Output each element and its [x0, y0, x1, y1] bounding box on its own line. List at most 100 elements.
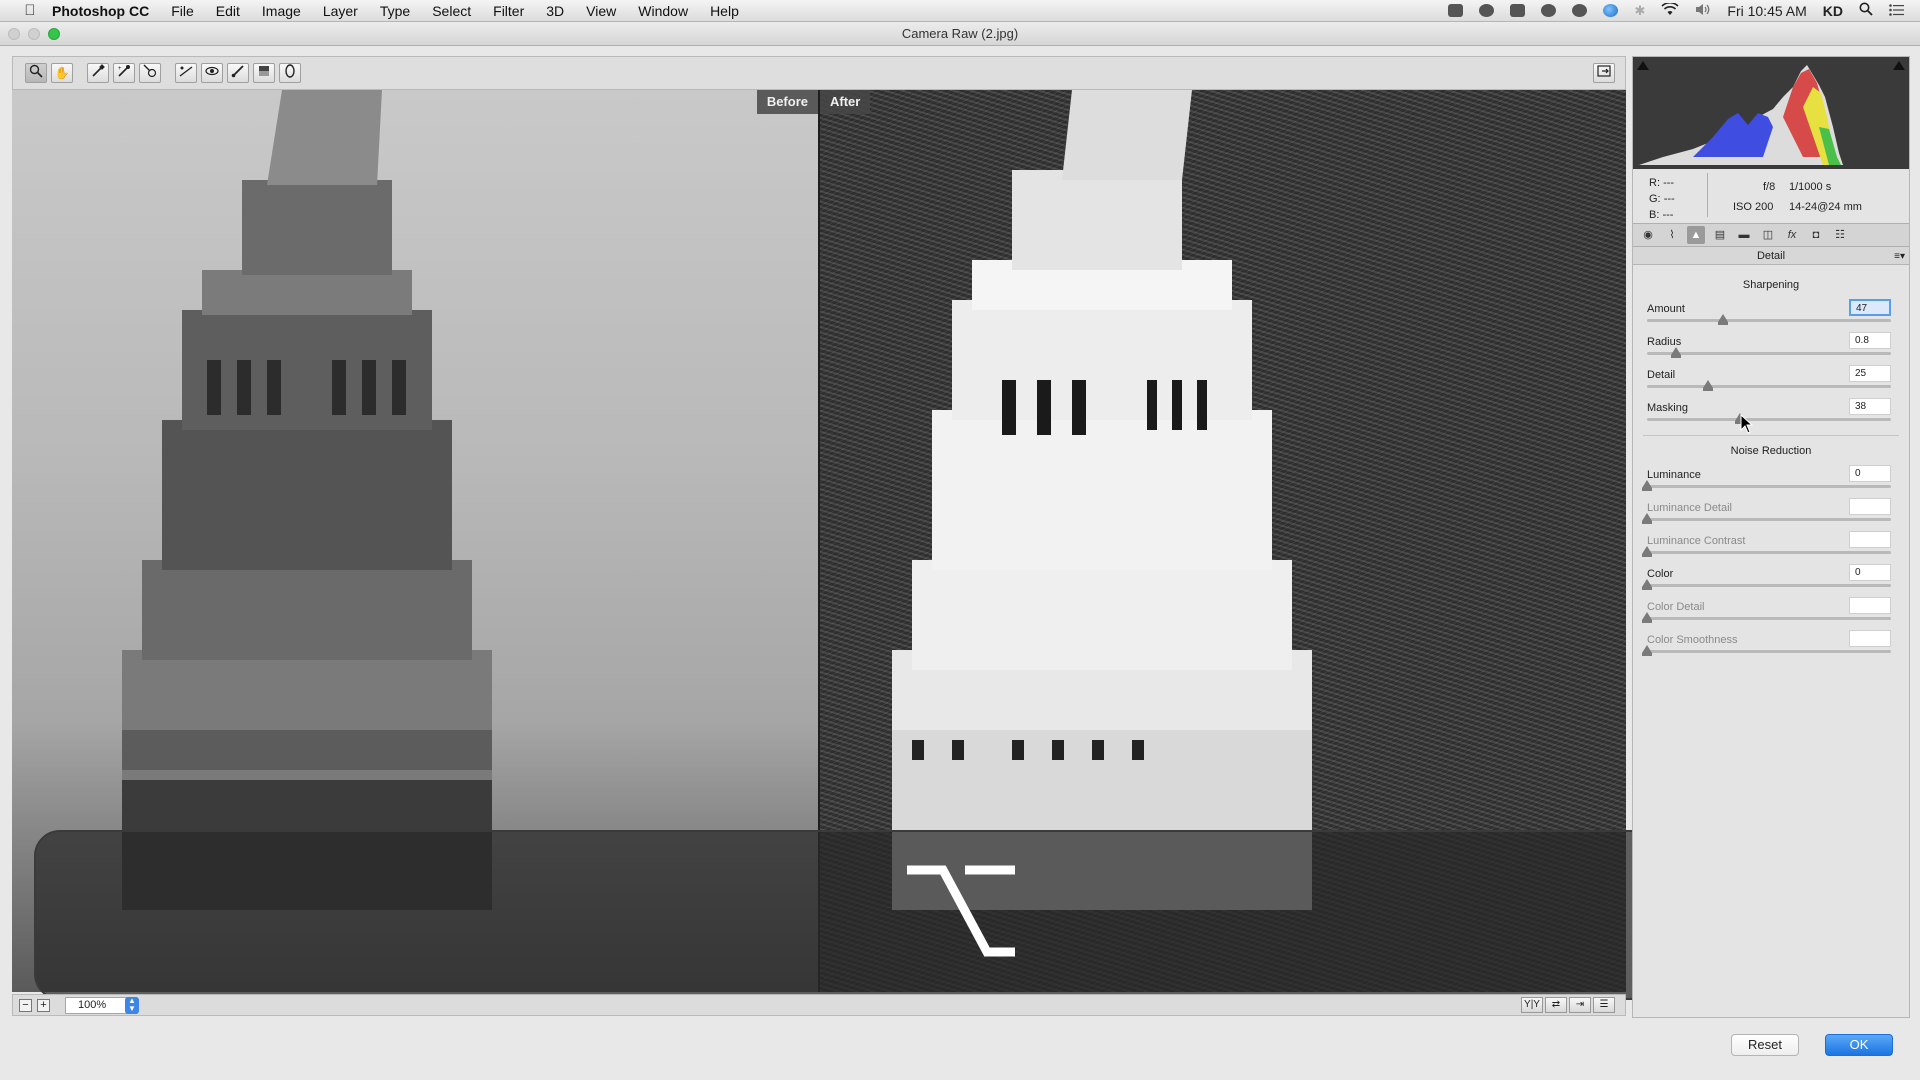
targeted-adjustment-tool-icon[interactable] — [139, 63, 161, 83]
slider-thumb[interactable] — [1642, 513, 1652, 524]
graduated-filter-tool-icon[interactable] — [253, 63, 275, 83]
slider-track[interactable] — [1647, 650, 1891, 653]
window-close-button[interactable] — [8, 28, 20, 40]
red-eye-removal-tool-icon[interactable] — [201, 63, 223, 83]
slider-thumb[interactable] — [1642, 645, 1652, 656]
wifi-icon[interactable] — [1661, 1, 1679, 19]
slider-thumb[interactable] — [1671, 347, 1682, 358]
slider-track[interactable] — [1647, 584, 1891, 587]
zoom-tool-icon[interactable] — [25, 63, 47, 83]
menu-type[interactable]: Type — [369, 3, 421, 19]
menu-3d[interactable]: 3D — [535, 3, 575, 19]
screen-capture-icon[interactable] — [1510, 4, 1526, 17]
slider-thumb[interactable] — [1642, 612, 1652, 623]
fullscreen-toggle-icon[interactable] — [1593, 63, 1615, 83]
r-value: --- — [1663, 177, 1675, 189]
slider-value-field[interactable] — [1849, 630, 1891, 647]
chrome-icon[interactable] — [1603, 4, 1619, 17]
tab-camera-calibration-icon[interactable]: ◘ — [1807, 226, 1825, 244]
adjustment-brush-tool-icon[interactable] — [227, 63, 249, 83]
apple-menu-icon[interactable]:  — [20, 2, 40, 19]
tab-basic-icon[interactable]: ◉ — [1639, 226, 1657, 244]
tab-lens-corrections-icon[interactable]: ◫ — [1759, 226, 1777, 244]
slider-track[interactable] — [1647, 385, 1891, 388]
zoom-out-button[interactable]: − — [19, 999, 32, 1012]
slider-track[interactable] — [1647, 418, 1891, 421]
sync-icon[interactable] — [1572, 4, 1588, 17]
tab-split-toning-icon[interactable]: ▬ — [1735, 226, 1753, 244]
app-menu[interactable]: Photoshop CC — [40, 3, 160, 19]
window-titlebar: Camera Raw (2.jpg) — [0, 22, 1920, 46]
sharpening-title: Sharpening — [1742, 279, 1800, 291]
slider-value-field[interactable]: 0 — [1849, 564, 1891, 581]
slider-label: Luminance — [1647, 469, 1701, 481]
slider-value-field[interactable]: 25 — [1849, 365, 1891, 382]
copy-settings-button[interactable]: ⇥ — [1569, 997, 1591, 1013]
slider-value-field[interactable] — [1849, 498, 1891, 515]
menu-view[interactable]: View — [575, 3, 627, 19]
window-minimize-button[interactable] — [28, 28, 40, 40]
slider-track[interactable] — [1647, 617, 1891, 620]
creative-cloud-icon[interactable] — [1479, 4, 1495, 17]
menu-help[interactable]: Help — [699, 3, 750, 19]
menu-image[interactable]: Image — [251, 3, 312, 19]
clock[interactable]: Fri 10:45 AM — [1727, 3, 1806, 19]
straighten-tool-icon[interactable] — [175, 63, 197, 83]
b-value: --- — [1662, 209, 1674, 221]
white-balance-tool-icon[interactable] — [87, 63, 109, 83]
bluetooth-icon[interactable]: ✱ — [1634, 3, 1645, 19]
slider-track[interactable] — [1647, 518, 1891, 521]
slider-thumb[interactable] — [1717, 314, 1728, 325]
slider-track[interactable] — [1647, 319, 1891, 322]
view-toggle-button[interactable]: ☰ — [1593, 997, 1615, 1013]
slider-label: Color Smoothness — [1647, 634, 1738, 646]
menubar-extra-icon[interactable] — [1448, 4, 1464, 17]
slider-value-field[interactable]: 38 — [1849, 398, 1891, 415]
slider-track[interactable] — [1647, 551, 1891, 554]
zoom-dropdown-arrow-icon[interactable]: ▲ ▼ — [125, 997, 139, 1014]
color-sampler-tool-icon[interactable]: + — [113, 63, 135, 83]
section-divider — [1643, 435, 1899, 436]
before-after-view-button[interactable]: Y|Y — [1521, 997, 1543, 1013]
reset-button[interactable]: Reset — [1731, 1034, 1799, 1056]
slider-value-field[interactable] — [1849, 531, 1891, 548]
slider-thumb[interactable] — [1642, 546, 1652, 557]
highlight-clipping-warning-icon[interactable] — [1893, 61, 1905, 70]
volume-icon[interactable] — [1695, 3, 1711, 19]
menu-window[interactable]: Window — [627, 3, 699, 19]
user-menu[interactable]: KD — [1823, 3, 1843, 19]
tab-hsl-icon[interactable]: ▤ — [1711, 226, 1729, 244]
menu-edit[interactable]: Edit — [205, 3, 251, 19]
menu-filter[interactable]: Filter — [482, 3, 535, 19]
menu-file[interactable]: File — [160, 3, 205, 19]
ok-button[interactable]: OK — [1825, 1034, 1893, 1056]
shadow-clipping-warning-icon[interactable] — [1637, 61, 1649, 70]
zoom-in-button[interactable]: + — [37, 999, 50, 1012]
hand-tool-icon[interactable]: ✋ — [51, 63, 73, 83]
tab-presets-icon[interactable]: ☷ — [1831, 226, 1849, 244]
tab-tone-curve-icon[interactable]: ⌇ — [1663, 226, 1681, 244]
panel-title-text: Detail — [1756, 250, 1786, 262]
menu-layer[interactable]: Layer — [312, 3, 369, 19]
panel-menu-icon[interactable]: ≡▾ — [1894, 248, 1905, 266]
slider-track[interactable] — [1647, 485, 1891, 488]
slider-thumb[interactable] — [1703, 380, 1713, 391]
dropbox-icon[interactable] — [1541, 4, 1557, 17]
notification-center-icon[interactable] — [1889, 3, 1904, 19]
slider-thumb[interactable] — [1642, 480, 1652, 491]
swap-before-after-button[interactable]: ⇄ — [1545, 997, 1567, 1013]
window-zoom-button[interactable] — [48, 28, 60, 40]
sharpening-slider-row: Detail 25 — [1647, 365, 1891, 395]
radial-filter-tool-icon[interactable] — [279, 63, 301, 83]
menu-select[interactable]: Select — [421, 3, 482, 19]
slider-label: Color Detail — [1647, 601, 1705, 613]
slider-thumb[interactable] — [1642, 579, 1652, 590]
tab-detail-icon[interactable]: ▲ — [1687, 226, 1705, 244]
slider-track[interactable] — [1647, 352, 1891, 355]
tab-effects-icon[interactable]: fx — [1783, 226, 1801, 244]
slider-value-field[interactable]: 47 — [1849, 299, 1891, 316]
spotlight-search-icon[interactable] — [1859, 2, 1873, 19]
slider-value-field[interactable]: 0.8 — [1849, 332, 1891, 349]
slider-value-field[interactable]: 0 — [1849, 465, 1891, 482]
slider-value-field[interactable] — [1849, 597, 1891, 614]
